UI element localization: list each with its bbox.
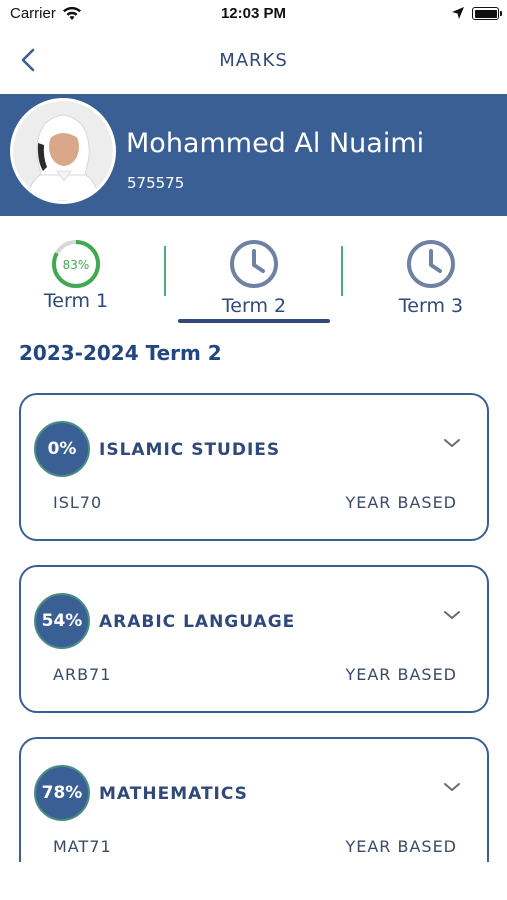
tab-term-3-label: Term 3: [398, 295, 464, 317]
subject-basis: YEAR BASED: [345, 837, 457, 856]
avatar: [10, 98, 116, 204]
term-selector: 83% Term 1 Term 2 Term 3: [0, 232, 507, 327]
chevron-down-icon[interactable]: [441, 779, 463, 795]
profile-banner: Mohammed Al Nuaimi 575575: [0, 94, 507, 216]
subject-basis: YEAR BASED: [345, 665, 457, 684]
tab-term-1[interactable]: 83% Term 1: [0, 232, 156, 322]
section-title: 2023-2024 Term 2: [19, 341, 222, 365]
chevron-down-icon[interactable]: [441, 607, 463, 623]
subject-code: ARB71: [53, 665, 112, 684]
subject-name: MATHEMATICS: [99, 784, 248, 804]
subject-code: ISL70: [53, 493, 103, 512]
clock-icon: [230, 240, 278, 288]
tab-term-2[interactable]: Term 2: [174, 232, 334, 322]
subject-card[interactable]: 54% ARABIC LANGUAGE ARB71 YEAR BASED: [19, 565, 489, 713]
subject-code: MAT71: [53, 837, 112, 856]
term-1-progress: 83%: [63, 258, 90, 272]
progress-ring-icon: 83%: [52, 240, 100, 288]
subject-card[interactable]: 0% ISLAMIC STUDIES ISL70 YEAR BASED: [19, 393, 489, 541]
chevron-down-icon[interactable]: [441, 435, 463, 451]
divider: [341, 246, 343, 296]
student-name: Mohammed Al Nuaimi: [126, 128, 425, 159]
content-area: Mohammed Al Nuaimi 575575 83% Term 1 Ter…: [0, 0, 507, 862]
subject-name: ISLAMIC STUDIES: [99, 440, 281, 460]
subject-name: ARABIC LANGUAGE: [99, 612, 296, 632]
percent-badge: 0%: [34, 421, 90, 477]
clock-icon: [407, 240, 455, 288]
tab-term-2-label: Term 2: [221, 295, 287, 317]
student-id: 575575: [127, 174, 185, 192]
percent-badge: 54%: [34, 593, 90, 649]
divider: [164, 246, 166, 296]
tab-term-1-label: Term 1: [43, 290, 109, 312]
subject-basis: YEAR BASED: [345, 493, 457, 512]
percent-badge: 78%: [34, 765, 90, 821]
tab-term-3[interactable]: Term 3: [351, 232, 507, 322]
selected-tab-indicator: [178, 319, 330, 323]
subject-card[interactable]: 78% MATHEMATICS MAT71 YEAR BASED: [19, 737, 489, 862]
avatar-illustration: [13, 101, 113, 201]
